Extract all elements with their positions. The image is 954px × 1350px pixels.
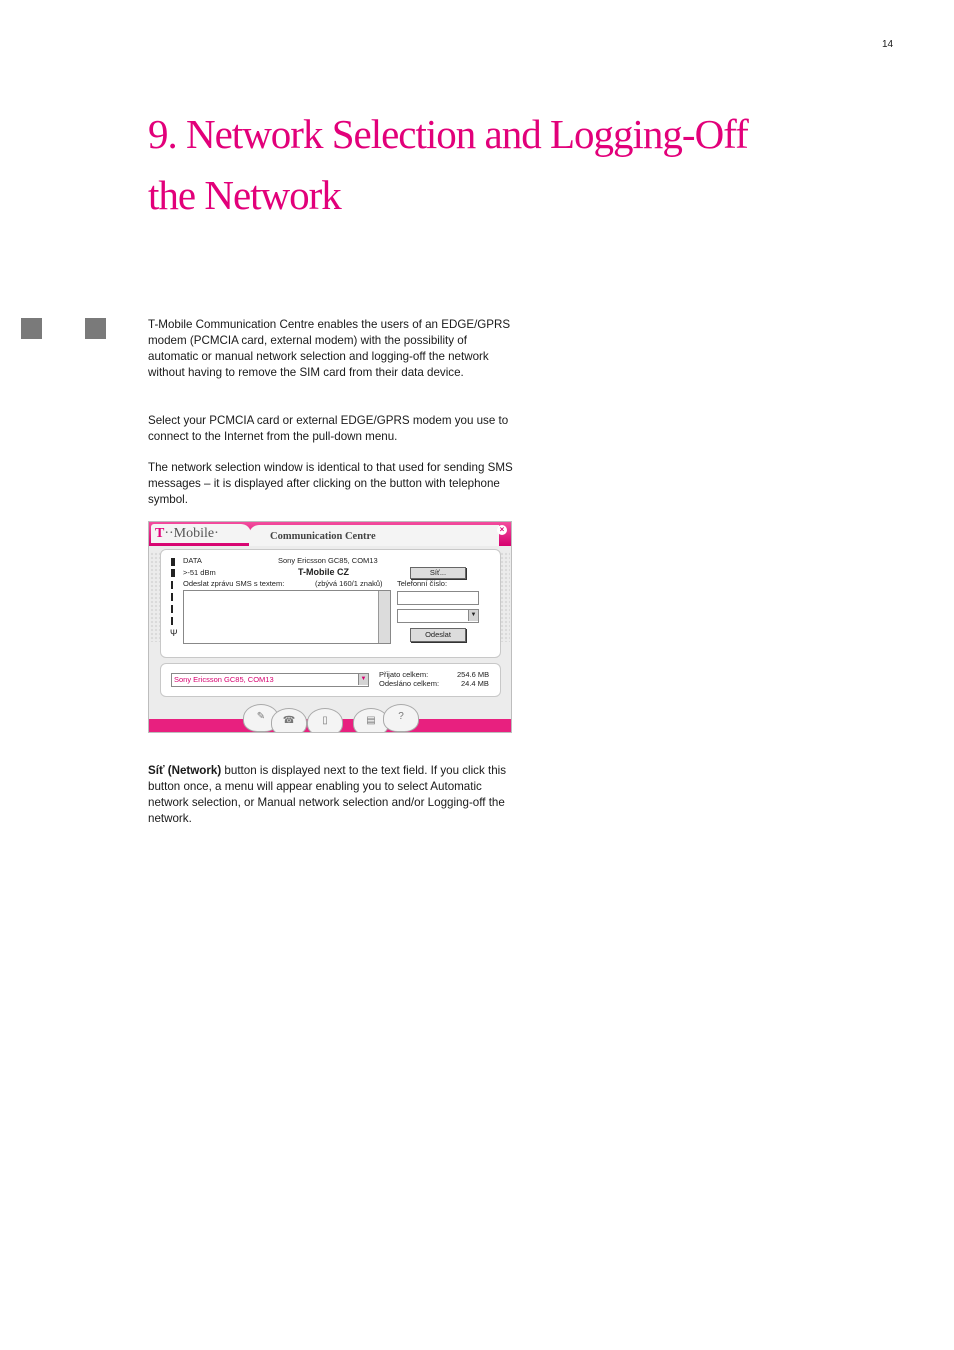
device-panel: Sony Ericsson GC85, COM13 ▼ Přijato celk…	[160, 663, 501, 697]
device-select[interactable]: Sony Ericsson GC85, COM13 ▼	[171, 673, 369, 687]
help-icon: ?	[398, 711, 404, 722]
sms-text-area[interactable]	[183, 590, 391, 644]
lock-icon: ▤	[366, 715, 376, 726]
close-button[interactable]: ×	[497, 525, 507, 535]
device-select-value: Sony Ericsson GC85, COM13	[174, 675, 274, 684]
communication-centre-window: T··Mobile· Communication Centre × Ψ DATA…	[148, 521, 512, 733]
antenna-icon: Ψ	[170, 628, 178, 638]
received-label: Přijato celkem:	[379, 670, 429, 679]
sms-nav-button[interactable]: ▯	[307, 708, 343, 732]
logo-t: T	[155, 526, 165, 541]
signal-bar-1	[171, 558, 175, 566]
tmobile-logo: T··Mobile·	[151, 524, 251, 543]
paragraph-window: The network selection window is identica…	[148, 461, 513, 506]
connection-mode: DATA	[183, 556, 202, 565]
sms-panel: Ψ DATA Sony Ericsson GC85, COM13 >-51 dB…	[160, 549, 501, 658]
gray-marker-left	[21, 318, 42, 339]
signal-bar-4	[171, 593, 173, 601]
paragraph-intro: T-Mobile Communication Centre enables th…	[148, 318, 511, 379]
page-number: 14	[882, 39, 894, 50]
help-nav-button[interactable]: ?	[383, 704, 419, 732]
signal-bar-3	[171, 581, 173, 589]
sent-label: Odesláno celkem:	[379, 679, 440, 688]
signal-bar-2	[171, 569, 175, 577]
remaining-chars: (zbývá 160/1 znaků)	[315, 579, 383, 588]
chevron-down-icon[interactable]: ▼	[358, 674, 368, 685]
network-button[interactable]: Síť...	[410, 567, 466, 579]
wrench-icon: ✎	[256, 711, 266, 722]
device-name: Sony Ericsson GC85, COM13	[278, 556, 378, 565]
sms-scrollbar[interactable]	[378, 591, 390, 643]
phone-number-input[interactable]	[397, 591, 479, 605]
signal-strength: >-51 dBm	[183, 568, 216, 577]
paragraph-network-button: Síť (Network) button is displayed next t…	[148, 763, 514, 827]
mobile-icon: ▯	[322, 715, 328, 726]
page-title: 9. Network Selection and Logging-Off the…	[148, 104, 848, 226]
network-term: Síť (Network)	[148, 764, 222, 777]
phone-icon: ☎	[282, 715, 296, 726]
signal-bar-6	[171, 617, 173, 625]
window-title: Communication Centre	[270, 531, 376, 542]
title-line-2: the Network	[148, 172, 342, 218]
phone-book-select[interactable]: ▼	[397, 609, 479, 623]
phone-nav-button[interactable]: ☎	[271, 708, 307, 732]
received-value: 254.6 MB	[457, 670, 490, 679]
sent-value: 24.4 MB	[461, 679, 489, 688]
phone-label: Telefonní číslo:	[397, 579, 448, 588]
gray-marker-right	[85, 318, 106, 339]
signal-bar-5	[171, 605, 173, 613]
send-button[interactable]: Odeslat	[410, 628, 466, 642]
sms-label: Odeslat zprávu SMS s textem:	[183, 579, 285, 588]
chevron-down-icon[interactable]: ▼	[468, 610, 478, 621]
title-line-1: 9. Network Selection and Logging-Off	[148, 111, 749, 157]
operator-name: T-Mobile CZ	[298, 567, 349, 577]
paragraph-select-modem: Select your PCMCIA card or external EDGE…	[148, 414, 509, 443]
logo-text: ··Mobile·	[164, 526, 219, 541]
